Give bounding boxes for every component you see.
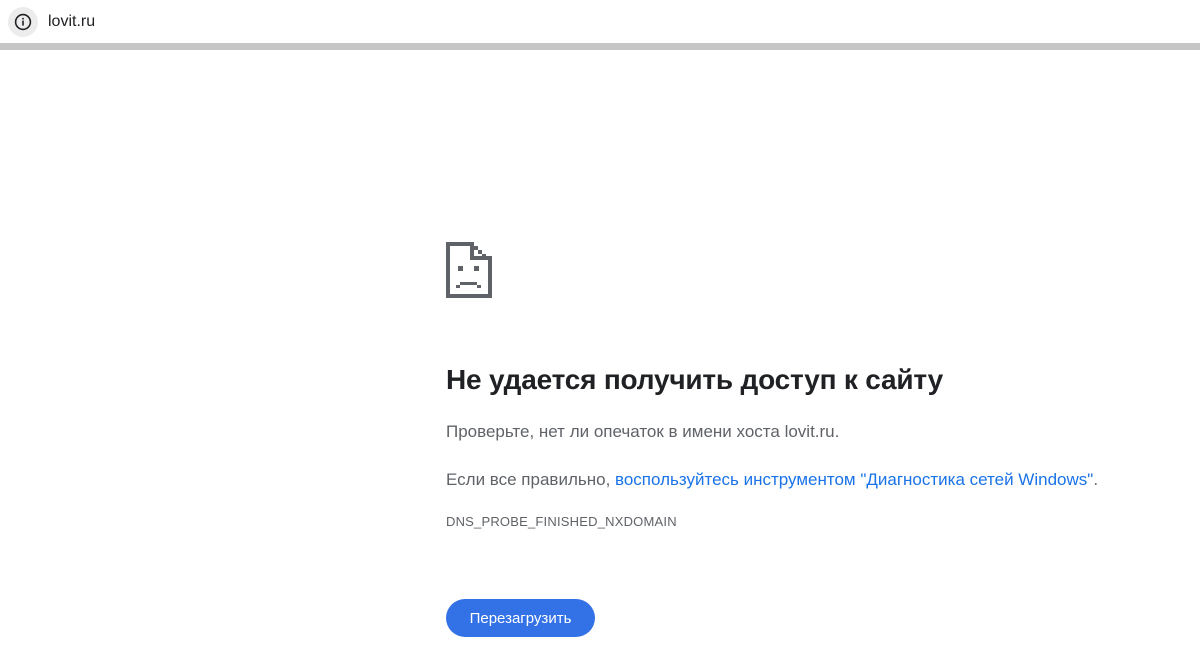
diagnostics-suggestion: Если все правильно, воспользуйтесь инстр… [446, 466, 1176, 494]
sad-page-icon [446, 242, 492, 298]
network-diagnostics-link[interactable]: воспользуйтесь инструментом "Диагностика… [615, 470, 1093, 489]
address-bar[interactable]: lovit.ru [4, 4, 1200, 40]
reload-button[interactable]: Перезагрузить [446, 599, 595, 637]
diagnostics-suffix: . [1093, 470, 1099, 489]
info-icon[interactable] [8, 7, 38, 37]
url-text[interactable]: lovit.ru [48, 13, 95, 31]
diagnostics-prefix: Если все правильно, [446, 470, 616, 489]
error-code: DNS_PROBE_FINISHED_NXDOMAIN [446, 514, 677, 529]
error-title: Не удается получить доступ к сайту [446, 364, 943, 395]
error-content: Не удается получить доступ к сайту Прове… [446, 242, 1176, 529]
browser-toolbar: lovit.ru [0, 0, 1200, 50]
error-hint: Проверьте, нет ли опечаток в имени хоста… [446, 422, 840, 441]
